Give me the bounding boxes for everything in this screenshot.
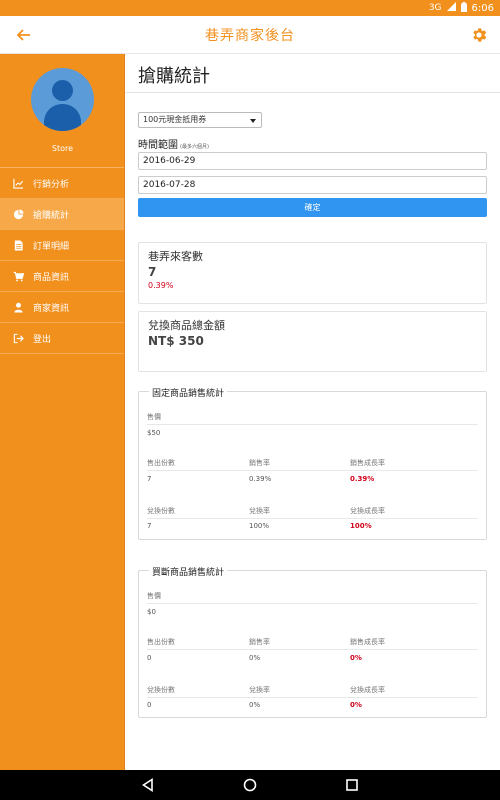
sidebar-item-label: 行銷分析 — [33, 179, 70, 190]
sell-rate-value: 0.39% — [249, 475, 272, 483]
confirm-button[interactable]: 確定 — [138, 198, 487, 217]
visitors-label: 巷弄來客數 — [148, 250, 203, 263]
price-value: $50 — [147, 429, 161, 437]
sellout-product-stats: 買斷商品銷售統計 售價 $0 售出份數 銷售率 銷售成長率 0 0% 0% 兌換… — [138, 565, 487, 718]
date-range-hint: (最多六個月) — [180, 144, 209, 150]
page-title: 搶購統計 — [138, 66, 210, 87]
divider — [147, 470, 478, 471]
price-label: 售價 — [147, 592, 161, 600]
sidebar: Store 行銷分析 搶購統計 訂單明細 商品資訊 商家資訊 登出 — [0, 54, 125, 770]
redeem-count-label: 兌換份數 — [147, 686, 175, 694]
app-title: 巷弄商家後台 — [205, 27, 295, 44]
redeem-count-label: 兌換份數 — [147, 507, 175, 515]
sidebar-item-label: 商家資訊 — [33, 303, 70, 314]
signal-icon — [446, 2, 456, 14]
sidebar-item-logout[interactable]: 登出 — [0, 323, 124, 354]
sidebar-item-store-info[interactable]: 商家資訊 — [0, 292, 124, 323]
profile-section: Store — [0, 54, 124, 168]
sold-count-value: 0 — [147, 654, 152, 662]
sidebar-item-order-details[interactable]: 訂單明細 — [0, 230, 124, 261]
visitors-percent: 0.39% — [148, 281, 174, 290]
sign-out-icon — [12, 332, 24, 344]
redeem-growth-value: 100% — [350, 522, 372, 530]
status-bar: 3G 6:06 — [0, 0, 500, 16]
divider — [125, 92, 500, 93]
sidebar-item-product-info[interactable]: 商品資訊 — [0, 261, 124, 292]
price-value: $0 — [147, 608, 156, 616]
redeem-total-card: 兌換商品總金額 NT$ 350 — [138, 311, 487, 372]
recents-square-icon[interactable] — [342, 775, 362, 795]
pie-chart-icon — [12, 208, 24, 220]
main-content: 搶購統計 100元現金抵用券 時間範圍 (最多六個月) 2016-06-29 20… — [125, 54, 500, 770]
sell-growth-value: 0.39% — [350, 475, 375, 483]
sell-rate-label: 銷售率 — [249, 459, 270, 467]
redeem-count-value: 0 — [147, 701, 152, 709]
date-range-label: 時間範圍 (最多六個月) — [138, 136, 209, 151]
store-name: Store — [51, 144, 74, 153]
back-triangle-icon[interactable] — [138, 775, 158, 795]
divider — [147, 697, 478, 698]
start-date-field[interactable]: 2016-06-29 — [138, 152, 487, 170]
sidebar-item-label: 商品資訊 — [33, 272, 70, 283]
avatar — [31, 68, 94, 131]
sell-growth-label: 銷售成長率 — [350, 459, 385, 467]
redeem-growth-value: 0% — [350, 701, 362, 709]
line-chart-icon — [12, 177, 24, 189]
coupon-select-value: 100元現金抵用券 — [143, 115, 207, 124]
fixed-product-stats: 固定商品銷售統計 售價 $50 售出份數 銷售率 銷售成長率 7 0.39% 0… — [138, 386, 487, 540]
clock: 6:06 — [471, 2, 494, 14]
sidebar-item-label: 搶購統計 — [33, 210, 70, 221]
fixed-stats-legend: 固定商品銷售統計 — [149, 386, 228, 399]
sidebar-item-label: 登出 — [33, 334, 52, 345]
redeem-growth-label: 兌換成長率 — [350, 507, 385, 515]
network-label: 3G — [428, 3, 442, 13]
divider — [147, 649, 478, 650]
divider — [147, 603, 478, 604]
sell-growth-label: 銷售成長率 — [350, 638, 385, 646]
redeem-rate-value: 100% — [249, 522, 270, 530]
system-nav-bar — [0, 770, 500, 800]
redeem-rate-label: 兌換率 — [249, 686, 270, 694]
back-arrow-icon[interactable] — [14, 25, 34, 45]
dropdown-caret-icon — [250, 119, 256, 123]
app-bar: 巷弄商家後台 — [0, 16, 500, 54]
redeem-count-value: 7 — [147, 522, 152, 530]
visitors-value: 7 — [148, 265, 157, 279]
redeem-growth-label: 兌換成長率 — [350, 686, 385, 694]
sell-rate-label: 銷售率 — [249, 638, 270, 646]
home-circle-icon[interactable] — [240, 775, 260, 795]
shopping-cart-icon — [12, 270, 24, 282]
sell-rate-value: 0% — [249, 654, 261, 662]
gear-icon[interactable] — [470, 26, 488, 44]
sellout-stats-legend: 買斷商品銷售統計 — [149, 565, 228, 578]
sidebar-item-flash-sale-stats[interactable]: 搶購統計 — [0, 199, 124, 230]
battery-icon — [460, 1, 467, 15]
sold-count-label: 售出份數 — [147, 638, 175, 646]
divider — [147, 424, 478, 425]
redeem-total-value: NT$ 350 — [148, 334, 204, 348]
document-icon — [12, 239, 24, 251]
redeem-total-label: 兌換商品總金額 — [148, 319, 225, 332]
sidebar-item-label: 訂單明細 — [33, 241, 70, 252]
sidebar-item-marketing-analysis[interactable]: 行銷分析 — [0, 168, 124, 199]
coupon-select[interactable]: 100元現金抵用券 — [138, 112, 262, 128]
redeem-rate-value: 0% — [249, 701, 261, 709]
sell-growth-value: 0% — [350, 654, 362, 662]
divider — [147, 518, 478, 519]
sold-count-label: 售出份數 — [147, 459, 175, 467]
sold-count-value: 7 — [147, 475, 152, 483]
visitors-card: 巷弄來客數 7 0.39% — [138, 242, 487, 304]
redeem-rate-label: 兌換率 — [249, 507, 270, 515]
price-label: 售價 — [147, 413, 161, 421]
date-range-label-text: 時間範圍 — [138, 140, 178, 151]
end-date-field[interactable]: 2016-07-28 — [138, 176, 487, 194]
user-icon — [12, 301, 24, 313]
